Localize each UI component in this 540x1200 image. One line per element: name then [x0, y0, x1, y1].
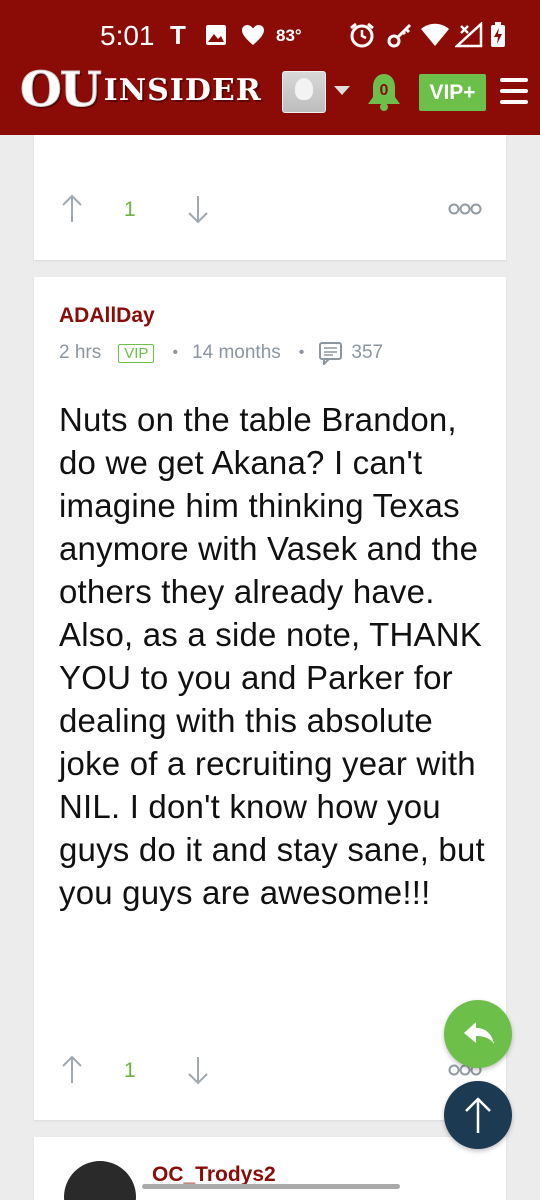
upvote-icon[interactable] [60, 1055, 84, 1085]
logo-inside-text: INSIDER [103, 72, 262, 108]
comment-meta: 2 hrs VIP • 14 months • 357 [59, 341, 383, 365]
post-time: 2 hrs [59, 342, 102, 363]
comment-body: Nuts on the table Brandon, do we get Aka… [59, 401, 485, 911]
separator-dot: • [298, 344, 305, 361]
comment-icon [319, 342, 343, 365]
vote-count: 1 [124, 198, 136, 221]
avatar[interactable] [64, 1161, 136, 1200]
status-time: 5:01 [100, 20, 155, 51]
key-icon [386, 22, 414, 48]
post-count: 357 [351, 342, 384, 363]
temperature: 83° [276, 26, 302, 45]
comment-card: ADAllDay 2 hrs VIP • 14 months • 357 Nut… [34, 277, 506, 1120]
separator-dot: • [172, 344, 179, 361]
user-avatar[interactable] [282, 71, 326, 113]
signal-icon [454, 22, 484, 48]
menu-icon[interactable] [500, 78, 528, 104]
heart-icon [240, 22, 266, 48]
reply-button[interactable] [444, 1000, 512, 1068]
comment-card: 1 [34, 135, 506, 260]
image-icon [204, 22, 228, 48]
site-logo[interactable]: OU INSIDER [20, 62, 262, 119]
chevron-down-icon[interactable] [334, 86, 350, 95]
logo-ou-text: OU [20, 62, 103, 119]
vote-count: 1 [124, 1059, 136, 1082]
home-indicator[interactable] [142, 1184, 400, 1189]
reply-icon [464, 1022, 494, 1044]
navbar: OU INSIDER 0 VIP+ [0, 62, 540, 135]
alarm-icon [348, 22, 376, 48]
notification-bell[interactable]: 0 [366, 72, 402, 112]
more-options-icon[interactable] [448, 202, 482, 216]
wifi-icon [420, 22, 450, 48]
comment-author[interactable]: ADAllDay [59, 304, 155, 328]
upvote-icon[interactable] [60, 194, 84, 224]
carrier-icon: T [170, 19, 186, 50]
vote-row: 1 [58, 1055, 482, 1085]
membership-duration: 14 months [192, 342, 281, 363]
downvote-icon[interactable] [186, 1055, 210, 1085]
arrow-up-icon [465, 1097, 491, 1133]
vote-row: 1 [58, 194, 482, 224]
vip-plus-button[interactable]: VIP+ [419, 74, 486, 111]
battery-icon [488, 22, 508, 48]
notification-count: 0 [379, 82, 389, 99]
comment-card: OC_Trodys2 [34, 1137, 506, 1200]
app-header: 5:01 T 83° OU INSIDER 0 VIP+ [0, 0, 540, 135]
status-bar: 5:01 T 83° [0, 0, 540, 62]
scroll-to-top-button[interactable] [444, 1081, 512, 1149]
downvote-icon[interactable] [186, 194, 210, 224]
vip-badge: VIP [118, 343, 155, 363]
